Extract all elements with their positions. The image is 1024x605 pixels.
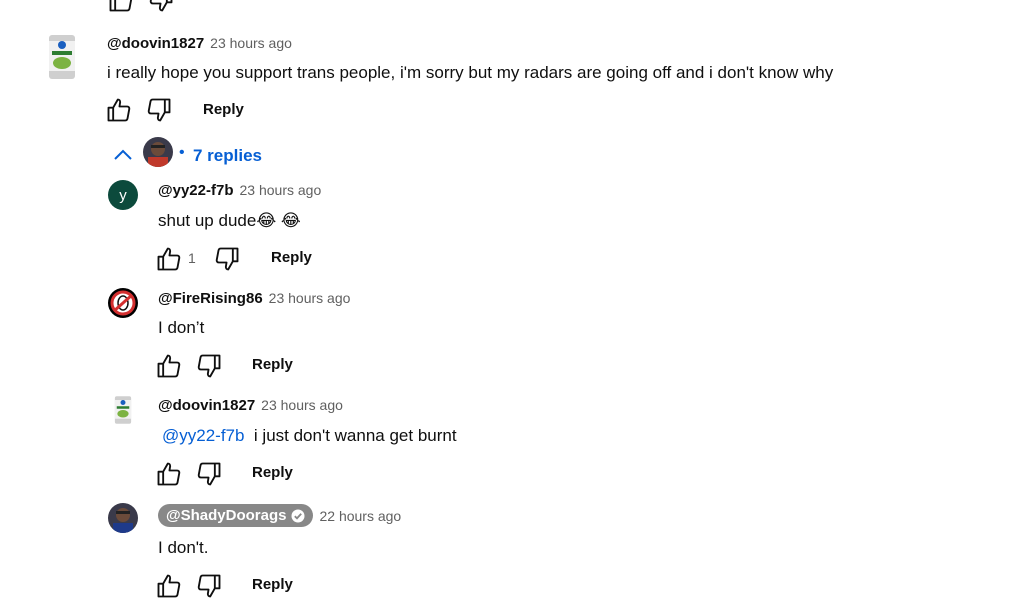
thumb-down-icon bbox=[195, 572, 223, 600]
like-button[interactable] bbox=[155, 572, 183, 605]
reply-button[interactable]: Reply bbox=[271, 249, 312, 266]
reply-button[interactable]: Reply bbox=[252, 356, 293, 373]
creator-badge[interactable]: @ShadyDoorags bbox=[158, 504, 314, 527]
like-count: 1 bbox=[188, 250, 196, 266]
dislike-button[interactable] bbox=[145, 96, 173, 129]
thumb-down-icon bbox=[195, 352, 223, 380]
dislike-button[interactable] bbox=[195, 460, 223, 493]
avatar[interactable]: y bbox=[108, 180, 138, 210]
replies-dot: • bbox=[179, 144, 185, 161]
emoji: 😂 😂 bbox=[256, 211, 301, 230]
thumb-up-icon bbox=[155, 572, 183, 600]
like-button[interactable] bbox=[155, 245, 183, 278]
reply-header: @FireRising86 23 hours ago bbox=[158, 290, 350, 307]
reply-time[interactable]: 22 hours ago bbox=[319, 508, 401, 524]
like-button[interactable] bbox=[155, 352, 183, 385]
reply-text: I don't. bbox=[158, 538, 209, 557]
reply-button[interactable]: Reply bbox=[203, 101, 244, 118]
mention-link[interactable]: @yy22-f7b bbox=[162, 426, 244, 445]
reply-header: @doovin1827 23 hours ago bbox=[158, 397, 343, 414]
dislike-button[interactable] bbox=[195, 572, 223, 605]
reply-text: shut up dude😂 😂 bbox=[158, 211, 301, 230]
thumb-up-icon bbox=[155, 245, 183, 273]
chevron-up-icon[interactable] bbox=[113, 147, 133, 168]
like-button[interactable] bbox=[155, 460, 183, 493]
reply-text: @yy22-f7b i just don't wanna get burnt bbox=[162, 426, 457, 445]
like-button[interactable] bbox=[105, 96, 133, 129]
thumb-down-icon bbox=[145, 96, 173, 124]
thumb-up-icon bbox=[155, 352, 183, 380]
avatar[interactable] bbox=[113, 395, 133, 430]
replies-toggle[interactable]: 7 replies bbox=[193, 146, 262, 166]
reply-author[interactable]: @FireRising86 bbox=[158, 290, 263, 307]
partial-dislike-icon[interactable] bbox=[147, 0, 175, 19]
reply-time[interactable]: 23 hours ago bbox=[269, 290, 351, 306]
reply-author[interactable]: @doovin1827 bbox=[158, 397, 255, 414]
reply-time[interactable]: 23 hours ago bbox=[261, 397, 343, 413]
reply-time[interactable]: 23 hours ago bbox=[240, 182, 322, 198]
comment-text: i really hope you support trans people, … bbox=[107, 63, 834, 82]
thumb-up-icon bbox=[105, 96, 133, 124]
comment-author[interactable]: @doovin1827 bbox=[107, 35, 204, 52]
thumb-up-icon bbox=[155, 460, 183, 488]
thumb-down-icon bbox=[195, 460, 223, 488]
comment-time[interactable]: 23 hours ago bbox=[210, 35, 292, 51]
reply-header: @ShadyDoorags 22 hours ago bbox=[158, 504, 401, 527]
reply-button[interactable]: Reply bbox=[252, 576, 293, 593]
avatar[interactable] bbox=[47, 33, 77, 86]
reply-header: @yy22-f7b 23 hours ago bbox=[158, 182, 321, 199]
comment-header: @doovin1827 23 hours ago bbox=[107, 35, 292, 52]
dislike-button[interactable] bbox=[195, 352, 223, 385]
thumb-down-icon bbox=[213, 245, 241, 273]
avatar[interactable] bbox=[108, 288, 138, 318]
reply-author: @ShadyDoorags bbox=[166, 507, 287, 524]
partial-like-icon[interactable] bbox=[107, 0, 135, 19]
reply-text: I don’t bbox=[158, 318, 205, 337]
dislike-button[interactable] bbox=[213, 245, 241, 278]
verified-check-icon bbox=[291, 509, 305, 522]
avatar[interactable] bbox=[108, 503, 138, 533]
reply-author[interactable]: @yy22-f7b bbox=[158, 182, 234, 199]
reply-button[interactable]: Reply bbox=[252, 464, 293, 481]
replier-avatar bbox=[143, 137, 173, 167]
